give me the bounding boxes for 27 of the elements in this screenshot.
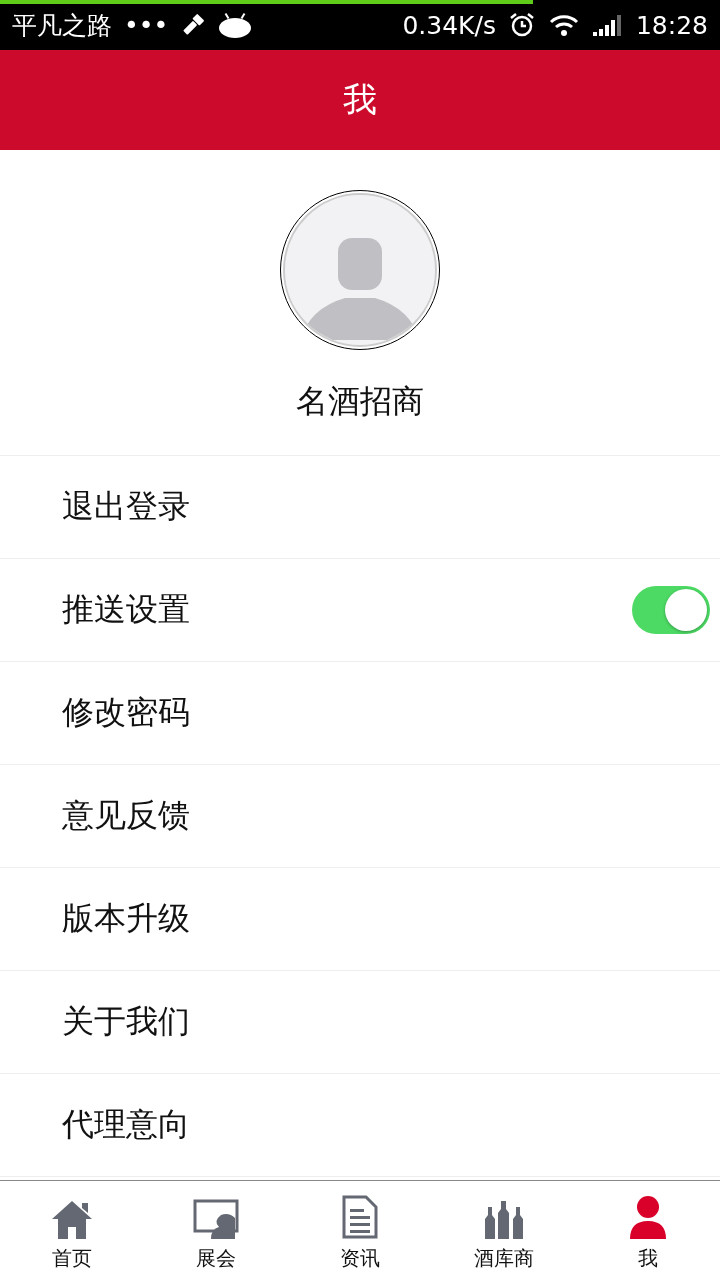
wifi-icon (547, 12, 580, 38)
menu-item[interactable]: 代理意向 (0, 1074, 720, 1177)
network-speed: 0.34K/s (402, 10, 496, 40)
menu-item[interactable]: 修改密码 (0, 662, 720, 765)
signal-icon (591, 12, 624, 38)
tab[interactable]: 资讯 (288, 1181, 432, 1280)
menu-item[interactable]: 版本升级 (0, 868, 720, 971)
tab[interactable]: 首页 (0, 1181, 144, 1280)
picture-frame-icon (193, 1199, 239, 1239)
more-dots: ••• (124, 10, 169, 40)
carrier-name: 平凡之路 (12, 9, 112, 42)
document-icon (342, 1195, 378, 1239)
android-icon (218, 12, 253, 38)
clock-time: 18:28 (635, 10, 708, 40)
tab[interactable]: 展会 (144, 1181, 288, 1280)
tab[interactable]: 我 (576, 1181, 720, 1280)
menu-item[interactable]: 关于我们 (0, 971, 720, 1074)
person-icon (628, 1195, 668, 1239)
menu-item[interactable]: 推送设置 (0, 559, 720, 662)
tab[interactable]: 酒库商 (432, 1181, 576, 1280)
user-name: 名酒招商 (296, 381, 424, 422)
toggle-switch[interactable] (632, 586, 710, 634)
menu-item[interactable]: 退出登录 (0, 456, 720, 559)
avatar-icon[interactable] (280, 190, 440, 350)
menu-item[interactable]: 意见反馈 (0, 765, 720, 868)
page-title: 我 (343, 78, 377, 121)
house-icon (50, 1199, 94, 1239)
